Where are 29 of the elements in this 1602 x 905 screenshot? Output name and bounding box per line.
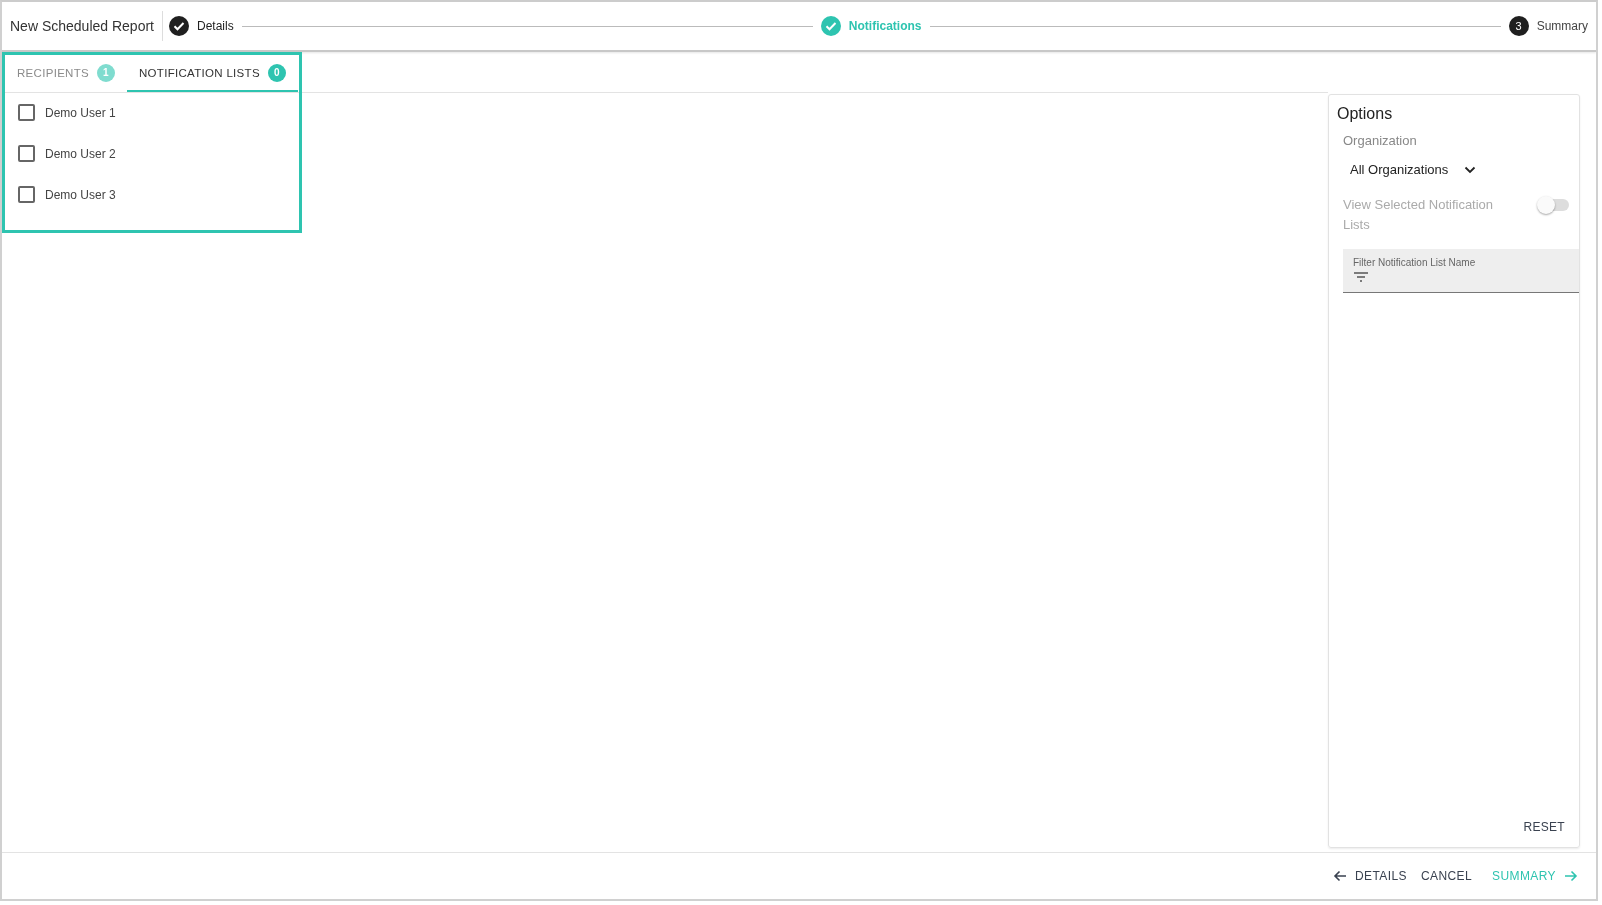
checkbox[interactable]	[18, 186, 35, 203]
cancel-button[interactable]: CANCEL	[1421, 869, 1473, 883]
count-badge: 1	[97, 63, 115, 82]
step-number: 3	[1508, 16, 1529, 36]
arrow-right-icon	[1564, 870, 1578, 882]
field-label: Organization	[1343, 133, 1418, 148]
count-badge: 0	[267, 63, 286, 82]
step-label[interactable]: Summary	[1536, 19, 1588, 33]
arrow-left-icon	[1333, 870, 1348, 882]
chevron-down-icon	[1464, 165, 1477, 174]
panel-title: Options	[1337, 105, 1394, 123]
check-circle-icon	[169, 16, 189, 36]
back-button[interactable]: DETAILS	[1333, 869, 1407, 883]
list-item-label[interactable]: Demo User 2	[45, 146, 116, 161]
reset-button[interactable]: RESET	[1517, 819, 1571, 835]
toggle-label: View Selected Notification Lists	[1343, 196, 1495, 234]
toggle-switch[interactable]	[1539, 199, 1569, 211]
checkbox[interactable]	[18, 145, 35, 162]
check-circle-icon	[820, 16, 841, 36]
filter-placeholder: Filter Notification List Name	[1353, 257, 1477, 268]
step-label[interactable]: Details	[197, 19, 234, 33]
filter-field[interactable]: Filter Notification List Name	[1343, 249, 1579, 293]
filter-icon	[1353, 271, 1369, 283]
organization-dropdown[interactable]: All Organizations	[1350, 162, 1477, 177]
checkbox[interactable]	[18, 104, 35, 121]
list-item-label[interactable]: Demo User 1	[45, 105, 116, 120]
tab[interactable]: RECIPIENTS 1	[5, 55, 127, 92]
list-item-label[interactable]: Demo User 3	[45, 187, 116, 202]
report-title: New Scheduled Report	[2, 11, 163, 41]
